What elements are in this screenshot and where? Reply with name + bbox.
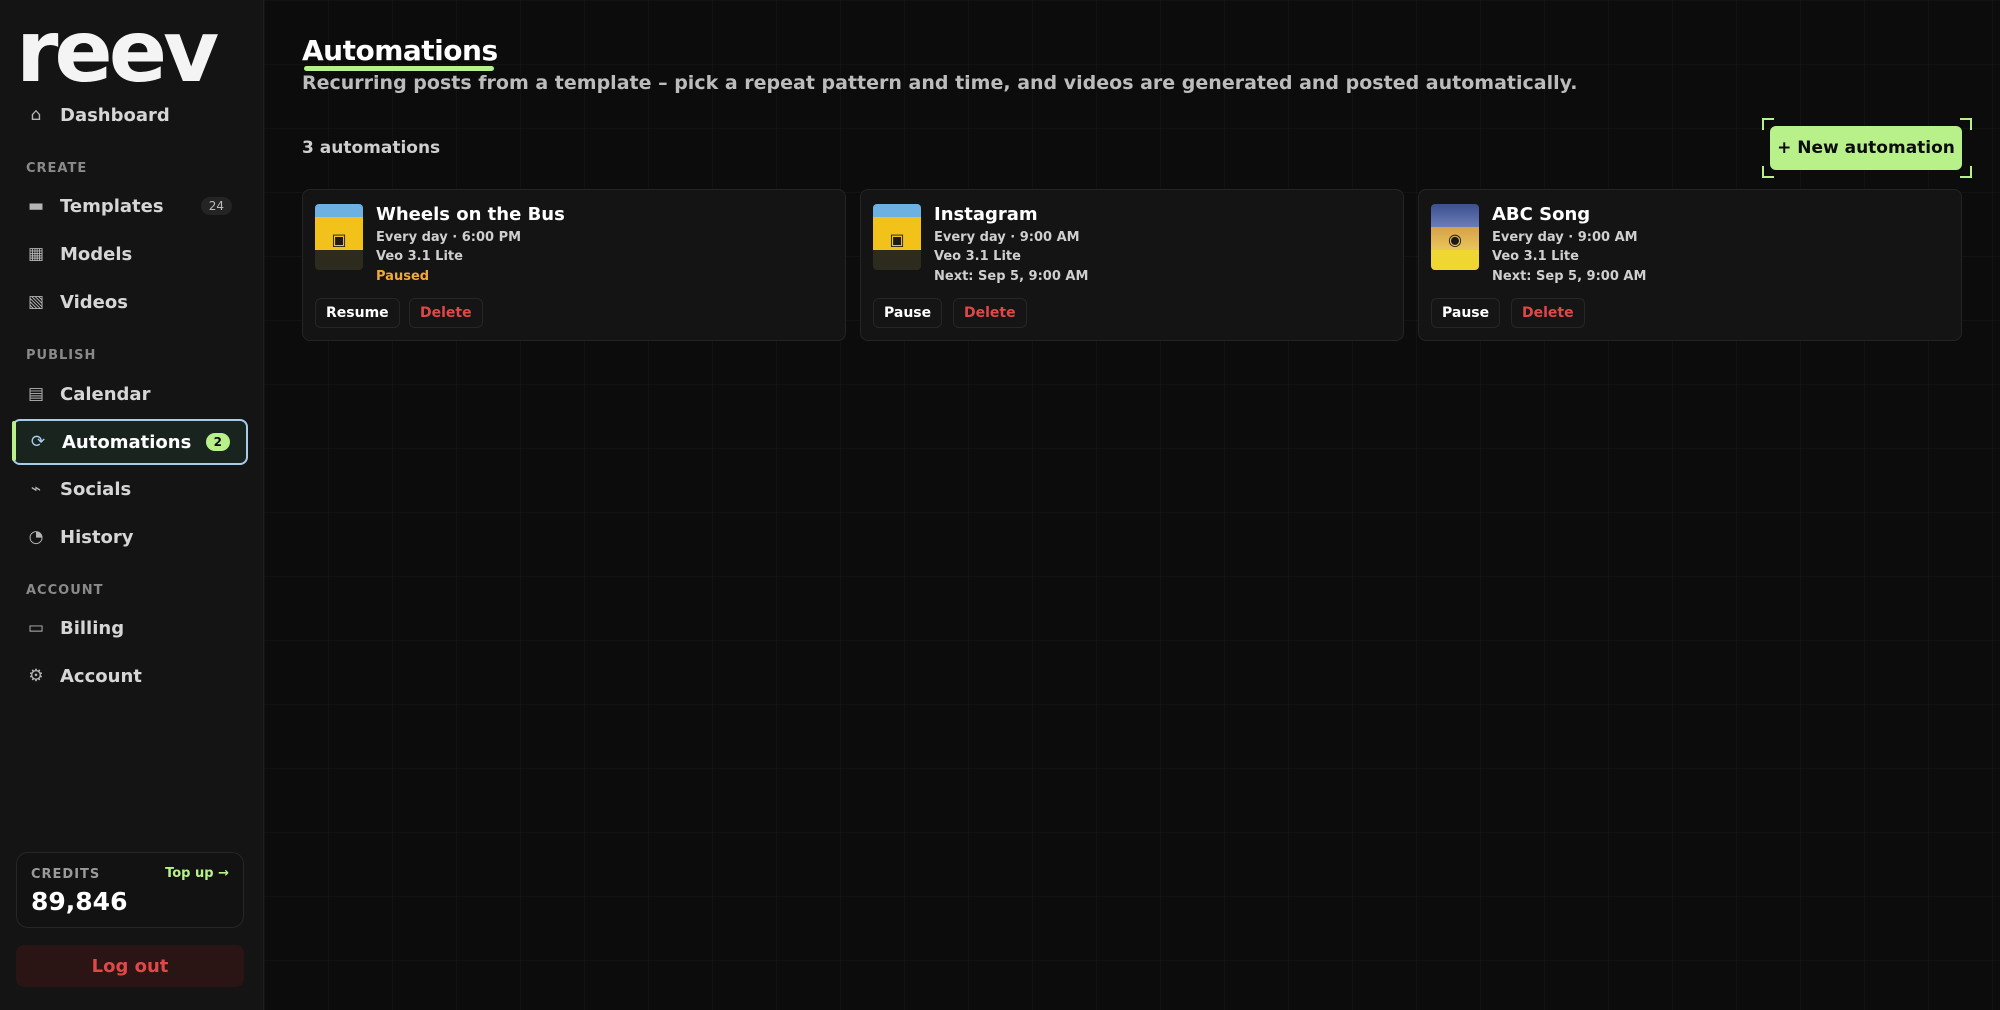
automation-count: 3 automations bbox=[302, 138, 441, 158]
app-logo[interactable]: reev bbox=[16, 9, 219, 95]
card-title: Wheels on the Bus bbox=[376, 204, 565, 225]
sidebar-item-label: Templates bbox=[60, 195, 164, 217]
template-thumbnail: ▣ bbox=[315, 204, 363, 270]
new-automation-button[interactable]: + New automation bbox=[1770, 126, 1962, 170]
logout-button[interactable]: Log out bbox=[16, 945, 244, 987]
repeat-icon: ⟳ bbox=[30, 432, 46, 452]
automations-count-badge: 2 bbox=[205, 433, 230, 451]
card-status: Next: Sep 5, 9:00 AM bbox=[1492, 269, 1647, 284]
template-thumbnail: ▣ bbox=[873, 204, 921, 270]
clock-icon: ◔ bbox=[28, 527, 44, 547]
card-title: Instagram bbox=[934, 204, 1038, 225]
card-schedule: Every day · 9:00 AM bbox=[934, 230, 1080, 245]
section-label-account: ACCOUNT bbox=[26, 583, 104, 598]
card-model: Veo 3.1 Lite bbox=[376, 249, 463, 264]
sidebar-item-calendar[interactable]: ▤ Calendar bbox=[12, 373, 248, 415]
section-label-create: CREATE bbox=[26, 161, 88, 176]
title-underline bbox=[304, 66, 494, 71]
gear-icon: ⚙ bbox=[28, 666, 44, 686]
credits-value: 89,846 bbox=[31, 887, 128, 916]
automation-card: ▣ Instagram Every day · 9:00 AM Veo 3.1 … bbox=[860, 189, 1404, 341]
plug-icon: ⌁ bbox=[30, 479, 42, 499]
main-content: Automations Recurring posts from a templ… bbox=[264, 0, 2000, 1010]
sidebar-item-automations[interactable]: ⟳ Automations 2 bbox=[12, 419, 248, 465]
section-label-publish: PUBLISH bbox=[26, 348, 97, 363]
page-title: Automations bbox=[302, 34, 498, 67]
bus-icon: ▣ bbox=[331, 230, 347, 249]
top-up-link[interactable]: Top up → bbox=[165, 866, 229, 881]
pause-button[interactable]: Pause bbox=[1431, 298, 1501, 328]
bus-icon: ▣ bbox=[889, 230, 905, 249]
sidebar-item-history[interactable]: ◔ History bbox=[12, 516, 248, 558]
automation-card: ▣ Wheels on the Bus Every day · 6:00 PM … bbox=[302, 189, 846, 341]
card-schedule: Every day · 9:00 AM bbox=[1492, 230, 1638, 245]
sidebar-item-dashboard[interactable]: ⌂ Dashboard bbox=[12, 94, 248, 136]
folder-icon: ▬ bbox=[27, 196, 45, 216]
card-model: Veo 3.1 Lite bbox=[1492, 249, 1579, 264]
sidebar-item-label: Models bbox=[60, 243, 133, 265]
page-subtitle: Recurring posts from a template – pick a… bbox=[302, 72, 1578, 94]
dog-icon: ◉ bbox=[1448, 230, 1462, 249]
template-thumbnail: ◉ bbox=[1431, 204, 1479, 270]
corner-bracket bbox=[1960, 166, 1972, 178]
sidebar-item-templates[interactable]: ▬ Templates 24 bbox=[12, 185, 248, 227]
sidebar-item-videos[interactable]: ▧ Videos bbox=[12, 281, 248, 323]
home-icon: ⌂ bbox=[30, 105, 42, 125]
sidebar-item-account[interactable]: ⚙ Account bbox=[12, 655, 248, 697]
sidebar-item-models[interactable]: ▦ Models bbox=[12, 233, 248, 275]
pause-button[interactable]: Pause bbox=[873, 298, 943, 328]
card-icon: ▭ bbox=[27, 618, 45, 638]
sidebar-item-label: Dashboard bbox=[60, 104, 170, 126]
sidebar-item-label: Socials bbox=[60, 478, 132, 500]
sidebar-item-label: Billing bbox=[60, 617, 125, 639]
card-model: Veo 3.1 Lite bbox=[934, 249, 1021, 264]
clapper-icon: ▧ bbox=[27, 292, 45, 312]
credits-panel: CREDITS Top up → 89,846 bbox=[16, 852, 244, 928]
templates-count-badge: 24 bbox=[200, 197, 232, 215]
new-automation-wrapper: + New automation bbox=[1762, 118, 1972, 178]
sidebar-item-label: Videos bbox=[60, 291, 128, 313]
sidebar-item-label: Automations bbox=[62, 431, 192, 453]
sidebar-item-label: Calendar bbox=[60, 383, 151, 405]
card-status: Next: Sep 5, 9:00 AM bbox=[934, 269, 1089, 284]
sidebar-item-billing[interactable]: ▭ Billing bbox=[12, 607, 248, 649]
sidebar-item-label: History bbox=[60, 526, 134, 548]
corner-bracket bbox=[1960, 118, 1972, 130]
card-title: ABC Song bbox=[1492, 204, 1591, 225]
card-schedule: Every day · 6:00 PM bbox=[376, 230, 522, 245]
app-root: reev ⌂ Dashboard CREATE ▬ Templates 24 ▦… bbox=[0, 0, 2000, 1010]
card-status: Paused bbox=[376, 269, 430, 284]
credits-label: CREDITS bbox=[31, 867, 101, 882]
sidebar: reev ⌂ Dashboard CREATE ▬ Templates 24 ▦… bbox=[0, 0, 264, 1010]
delete-button[interactable]: Delete bbox=[409, 298, 483, 328]
calendar-icon: ▤ bbox=[27, 384, 45, 404]
resume-button[interactable]: Resume bbox=[315, 298, 400, 328]
automation-card: ◉ ABC Song Every day · 9:00 AM Veo 3.1 L… bbox=[1418, 189, 1962, 341]
delete-button[interactable]: Delete bbox=[953, 298, 1027, 328]
active-indicator bbox=[12, 421, 16, 461]
sidebar-item-label: Account bbox=[60, 665, 142, 687]
delete-button[interactable]: Delete bbox=[1511, 298, 1585, 328]
grid-icon: ▦ bbox=[27, 244, 45, 264]
sidebar-item-socials[interactable]: ⌁ Socials bbox=[12, 468, 248, 510]
